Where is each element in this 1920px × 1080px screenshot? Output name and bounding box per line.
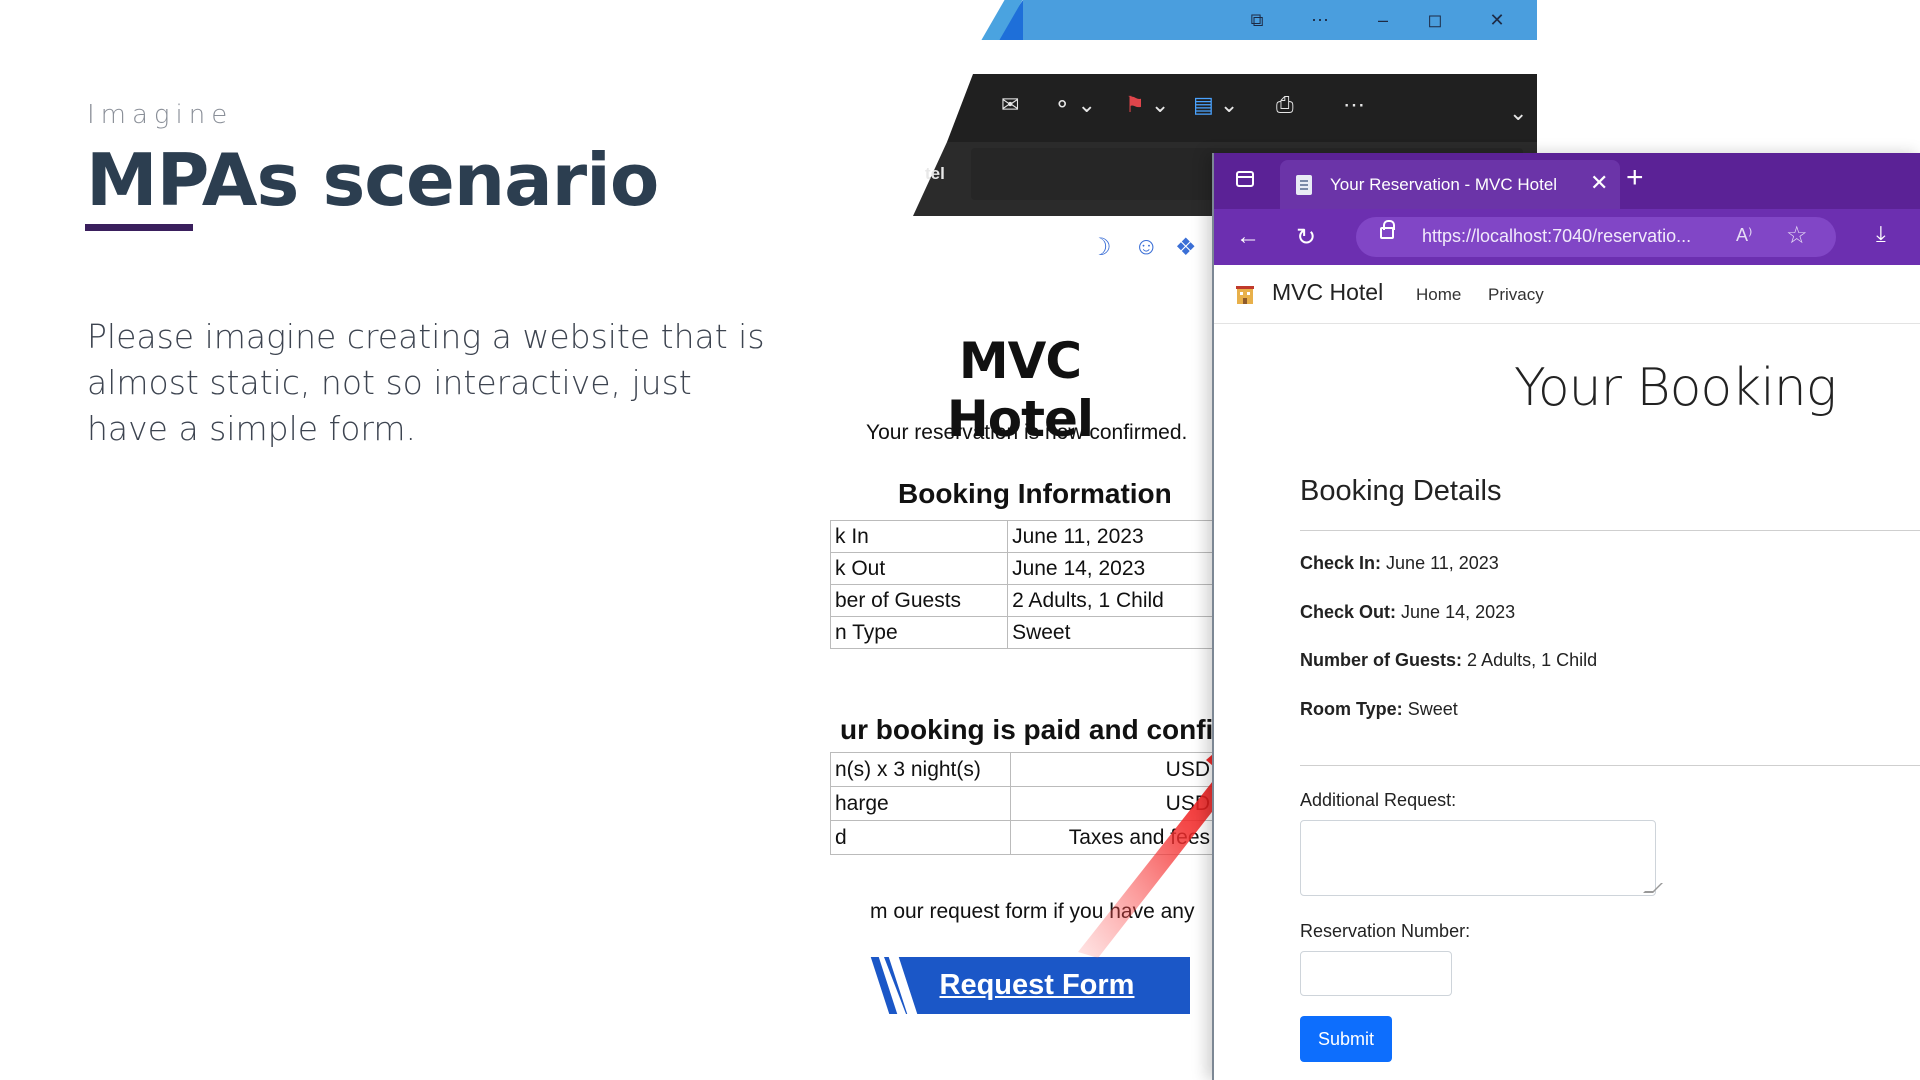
back-arrow-icon[interactable]: ← [1236,223,1260,251]
download-icon[interactable]: ⤓ [1876,221,1886,247]
page-title: Your Booking [1514,358,1837,418]
reservation-number-label: Reservation Number: [1300,921,1471,941]
submit-button[interactable]: Submit [1300,1016,1392,1062]
hotel-icon [1236,286,1254,304]
lock-icon[interactable] [1380,220,1395,239]
flag-icon[interactable]: ⚑ ⌄ [1125,92,1169,118]
site-brand[interactable]: MVC Hotel [1272,279,1383,306]
tab-title: Your Reservation - MVC Hotel [1330,175,1558,194]
print-icon[interactable]: ⎙ [1276,92,1294,118]
table-row: d Taxes and fees [830,820,1215,855]
reload-icon[interactable]: ↻ [1296,223,1316,252]
open-envelope-icon[interactable]: ✉ [1001,92,1019,118]
moon-icon[interactable]: ☽ [1090,233,1112,262]
detail-room-type: Room Type: Sweet [1300,699,1458,719]
page-icon [1296,175,1312,195]
tab-actions-icon[interactable] [1236,171,1254,187]
booking-info-heading: Booking Information [898,478,1172,509]
smiley-icon[interactable]: ☺ [1134,233,1159,261]
email-confirm-text: Your reservation is now confirmed. [866,421,1188,444]
read-aloud-icon[interactable]: A⁾ [1736,225,1752,246]
additional-request-textarea[interactable] [1300,820,1656,896]
new-tab-icon[interactable]: + [1626,161,1644,195]
reservation-number-input[interactable] [1300,951,1452,996]
table-row: n(s) x 3 night(s) USD [830,752,1215,787]
paid-heading: ur booking is paid and confir [840,714,1215,745]
tag-icon[interactable]: ⚬ ⌄ [1053,92,1096,118]
browser-tab-bar: Your Reservation - MVC Hotel ✕ + [1214,153,1920,209]
email-subject: tel [925,164,945,183]
close-icon[interactable]: ✕ [1590,170,1608,196]
divider [1300,530,1920,531]
table-row: harge USD [830,786,1215,821]
url-field[interactable]: https://localhost:7040/reservatio... A⁾ … [1356,217,1836,257]
browser-tab[interactable]: Your Reservation - MVC Hotel ✕ [1280,160,1620,209]
booking-details-heading: Booking Details [1300,475,1502,507]
nav-link-privacy[interactable]: Privacy [1488,285,1544,305]
table-row: k Out June 14, 2023 [830,552,1215,585]
address-bar: ← ↻ https://localhost:7040/reservatio...… [1214,209,1920,265]
payment-table: n(s) x 3 night(s) USD harge USD d Taxes and… [830,752,1215,855]
window-snap-icon[interactable]: ⧉ [1243,6,1271,34]
detail-check-out: Check Out: June 14, 2023 [1300,602,1516,622]
additional-request-label: Additional Request: [1300,790,1457,810]
slide-title: MPAs scenario [86,138,659,222]
booking-info-table: k In June 11, 2023 k Out June 14, 2023 ber… [830,520,1215,649]
table-row: n Type Sweet [830,616,1215,649]
more-icon[interactable]: ⋯ [1343,92,1365,118]
site-navbar: MVC Hotel Home Privacy [1214,265,1920,324]
detail-check-in: Check In: June 11, 2023 [1300,553,1499,573]
slide-body-text: Please imagine creating a website that i… [87,317,765,448]
close-icon[interactable]: ✕ [1483,6,1511,34]
email-footer-text: m our request form if you have any [870,900,1195,923]
request-form-button[interactable]: Request Form [884,957,1190,1014]
nav-link-home[interactable]: Home [1416,285,1461,305]
calendar-icon[interactable]: ▤ ⌄ [1193,92,1238,118]
table-row: ber of Guests 2 Adults, 1 Child [830,584,1215,617]
slide-eyebrow: Imagine [87,100,234,130]
chevron-down-icon[interactable]: ⌄ [1509,100,1527,126]
sticker-icon[interactable]: ❖ [1175,233,1197,262]
email-body: MVC Hotel Your reservation is now confir… [830,260,1215,1080]
favorite-star-icon[interactable]: ☆ [1786,221,1808,250]
maximize-icon[interactable]: ◻ [1421,6,1449,34]
table-row: k In June 11, 2023 [830,520,1215,553]
divider [1300,765,1920,766]
browser-window: Your Reservation - MVC Hotel ✕ + ← ↻ htt… [1212,153,1920,1080]
minimize-icon[interactable]: – [1369,6,1397,34]
url-text: https://localhost:7040/reservatio... [1422,226,1692,246]
title-underline [85,224,193,231]
more-icon[interactable]: ⋯ [1306,6,1334,34]
detail-guests: Number of Guests: 2 Adults, 1 Child [1300,650,1598,670]
